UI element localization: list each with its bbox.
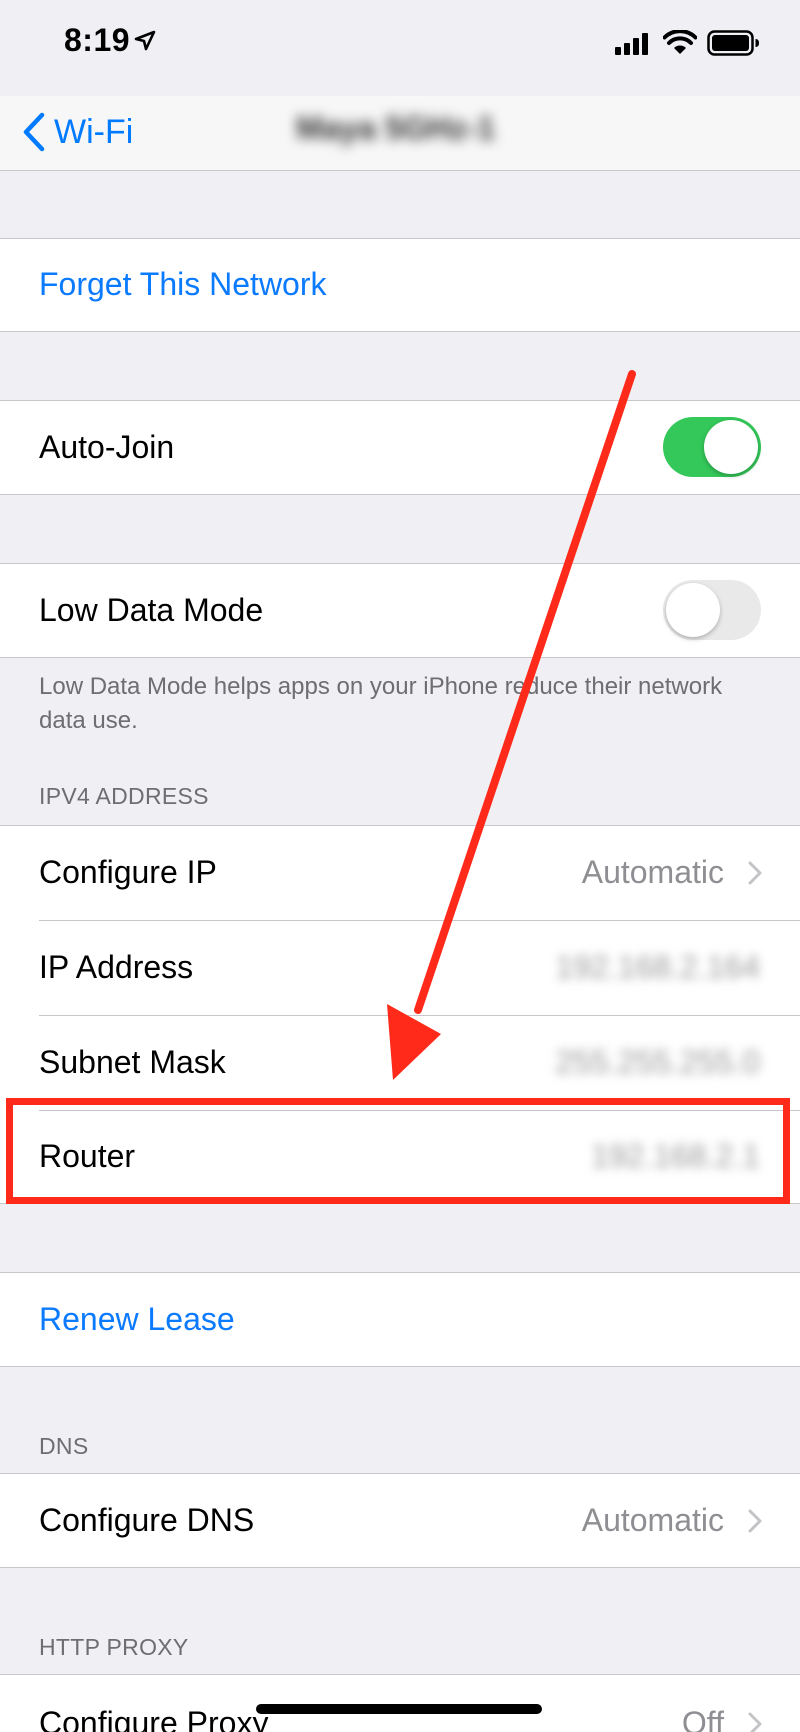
home-indicator bbox=[256, 1704, 542, 1714]
annotation-arrow-icon bbox=[387, 370, 636, 1080]
